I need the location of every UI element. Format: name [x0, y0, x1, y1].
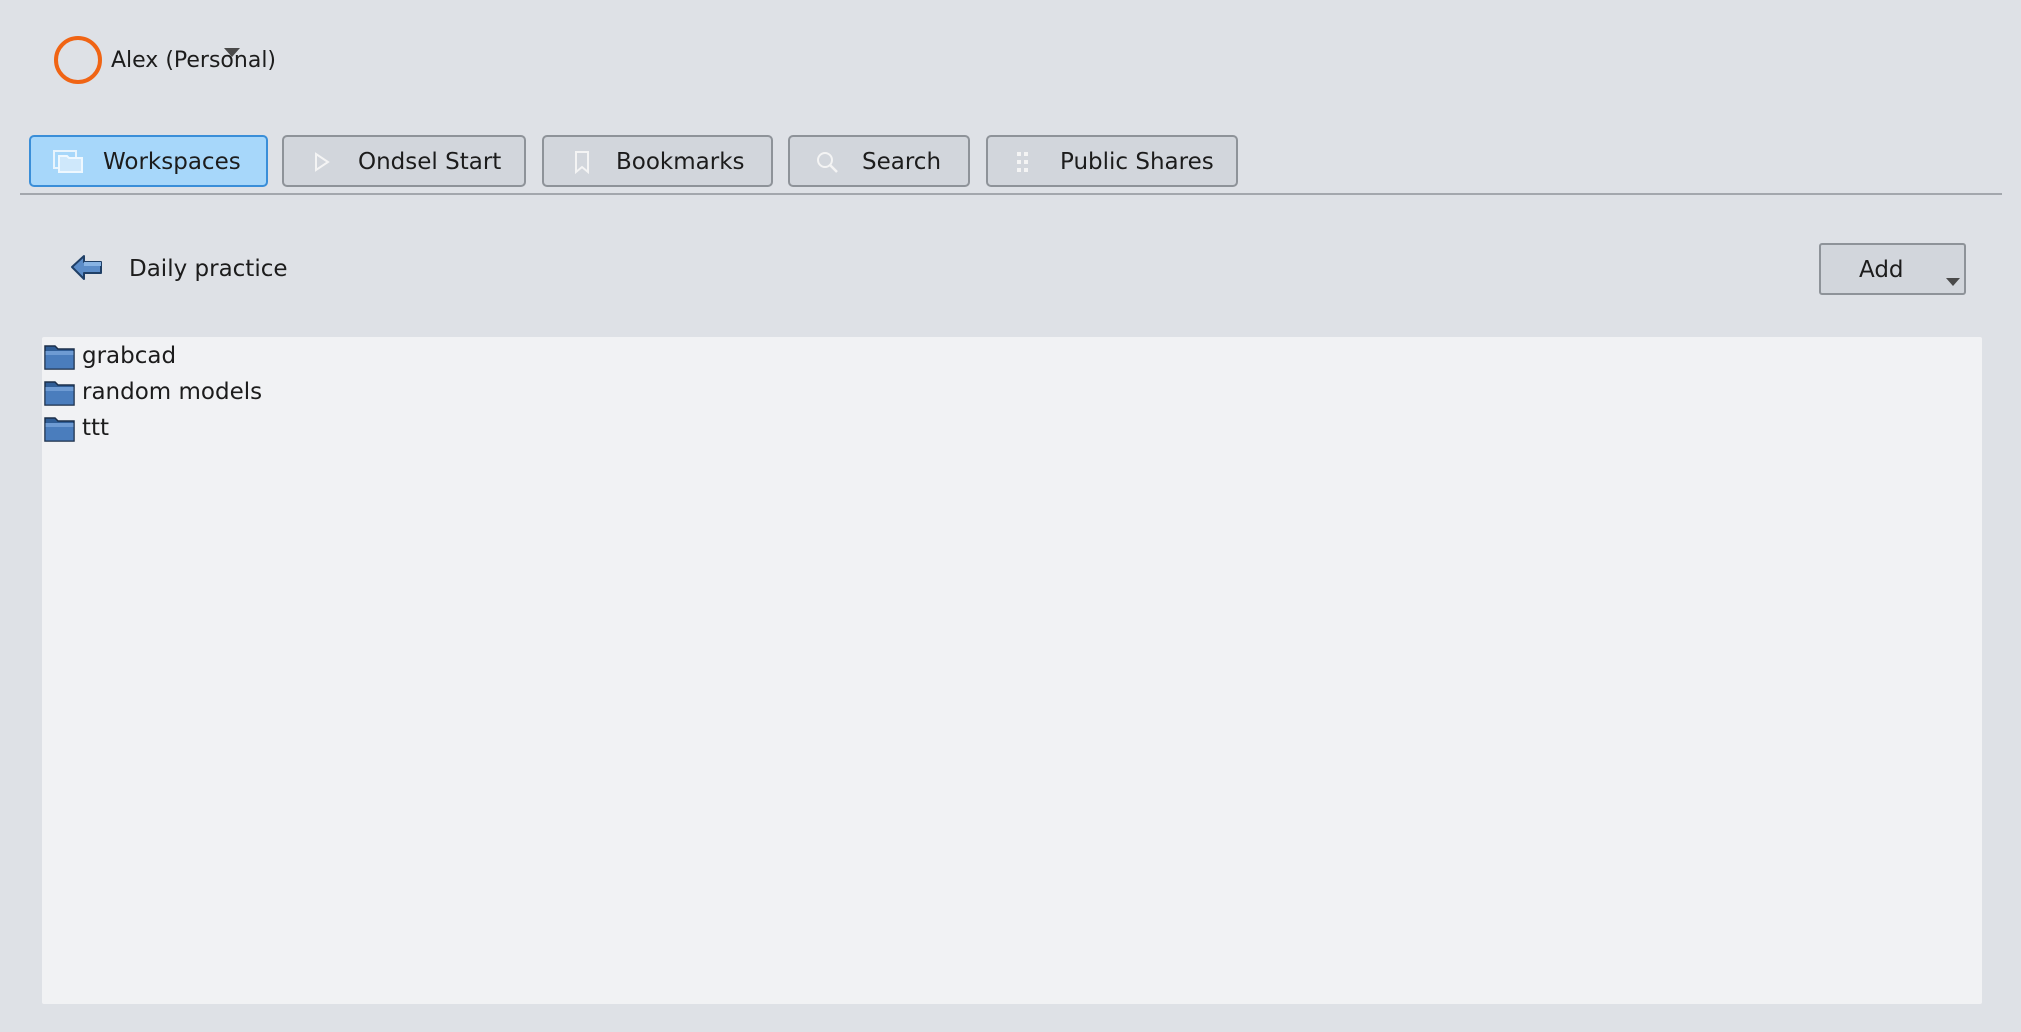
bookmark-icon [566, 150, 598, 174]
tab-label: Search [862, 149, 942, 175]
add-button[interactable]: Add [1819, 243, 1966, 295]
tab-search[interactable]: Search [788, 135, 970, 187]
tab-label: Ondsel Start [358, 149, 502, 175]
search-icon [812, 150, 844, 174]
tab-workspaces[interactable]: Workspaces [29, 135, 268, 187]
file-name: random models [82, 379, 263, 405]
account-name: Alex (Personal) [111, 47, 277, 73]
grid-icon [1010, 150, 1042, 174]
list-item[interactable]: ttt [44, 411, 109, 445]
play-icon [306, 150, 338, 174]
back-button[interactable] [70, 253, 104, 283]
tab-public-shares[interactable]: Public Shares [986, 135, 1238, 187]
tab-label: Bookmarks [616, 149, 745, 175]
file-list[interactable]: grabcad random models ttt [42, 337, 1982, 1004]
avatar [54, 36, 102, 84]
chevron-down-icon [1946, 278, 1960, 286]
tab-divider [20, 193, 2002, 195]
list-item[interactable]: grabcad [44, 339, 176, 373]
folder-icon [44, 345, 75, 370]
folders-icon [53, 150, 85, 174]
add-button-label: Add [1859, 257, 1904, 283]
tab-label: Workspaces [103, 149, 241, 175]
account-dropdown-icon[interactable] [224, 48, 240, 57]
list-item[interactable]: random models [44, 375, 262, 409]
file-name: grabcad [82, 343, 177, 369]
folder-icon [44, 417, 75, 442]
back-arrow-icon [71, 255, 102, 280]
account-selector[interactable]: Alex (Personal) [54, 32, 276, 88]
file-name: ttt [82, 415, 110, 441]
tab-label: Public Shares [1060, 149, 1214, 175]
tab-ondsel-start[interactable]: Ondsel Start [282, 135, 526, 187]
current-folder-title: Daily practice [129, 256, 288, 282]
tab-bookmarks[interactable]: Bookmarks [542, 135, 773, 187]
folder-icon [44, 381, 75, 406]
